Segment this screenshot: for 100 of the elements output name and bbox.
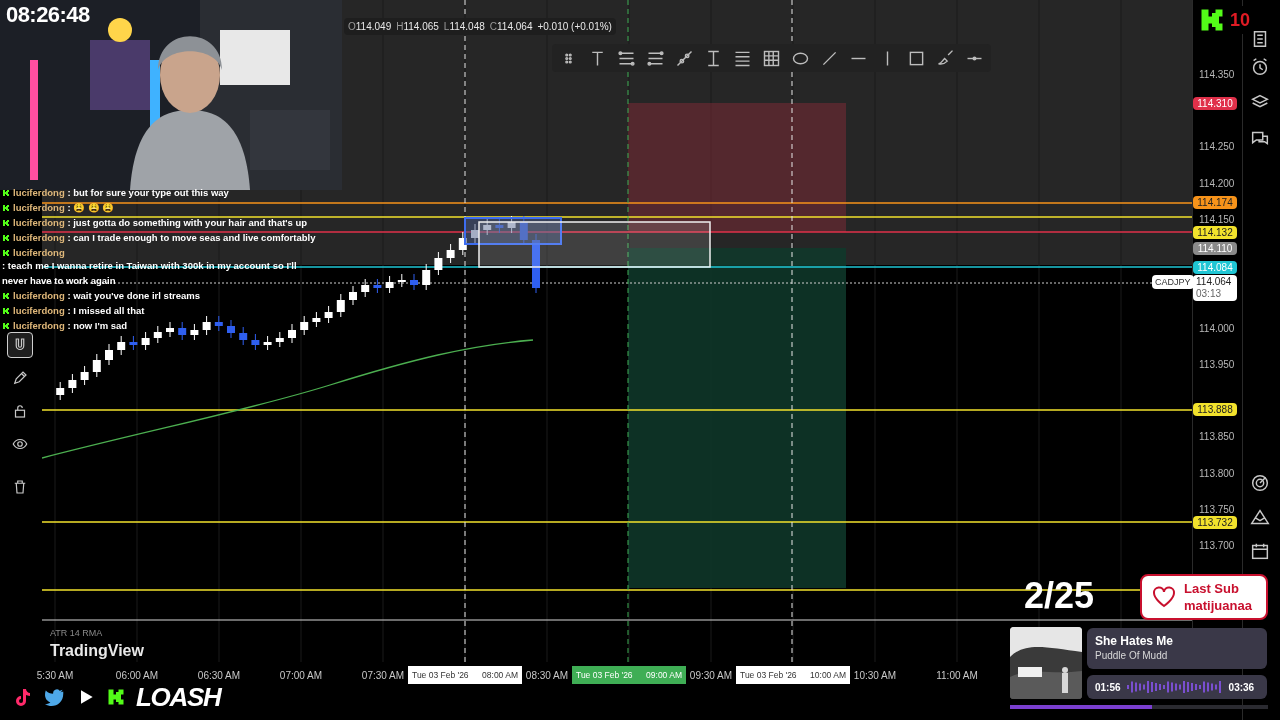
price-tick: 113.750 [1199, 504, 1235, 515]
candlestick [80, 365, 89, 386]
candlestick [434, 251, 443, 276]
candlestick [532, 233, 540, 294]
song-artist: Puddle Of Mudd [1095, 649, 1169, 663]
kick-badge-icon [2, 322, 10, 330]
candlestick [507, 215, 516, 234]
current-price: 114.064 [1196, 276, 1233, 289]
last-sub-title: Last Sub [1184, 580, 1240, 597]
price-tick: 114.250 [1199, 142, 1235, 153]
price-tick: 113.950 [1199, 359, 1235, 370]
chat-username[interactable]: luciferdong [13, 232, 65, 243]
kick-logo-icon[interactable] [106, 687, 126, 707]
price-tick: 113.700 [1199, 541, 1235, 551]
heart-icon [1152, 586, 1176, 608]
candlestick [153, 325, 162, 344]
price-label: 113.888 [1193, 403, 1237, 417]
candlestick [422, 263, 431, 291]
candlestick [410, 273, 418, 291]
price-tick: 113.800 [1199, 468, 1235, 479]
price-tick: 114.150 [1199, 214, 1235, 225]
candlestick [190, 323, 199, 341]
candlestick [92, 353, 101, 378]
time-tick: 5:30 AM [36, 669, 74, 683]
chat-username[interactable]: luciferdong [13, 290, 65, 301]
tool-button[interactable] [7, 332, 33, 358]
chat-username[interactable]: luciferdong [13, 202, 65, 213]
viewer-count: 10 [1230, 8, 1251, 32]
chat-message: : but for sure your type out this way [67, 187, 229, 198]
song-title: She Hates Me [1095, 633, 1175, 649]
kick-badge-icon [2, 219, 10, 227]
candlestick [141, 331, 150, 351]
kick-badge-icon [2, 307, 10, 315]
total-time: 03:36 [1228, 680, 1255, 695]
candlestick [263, 335, 272, 351]
candlestick [105, 343, 113, 366]
elapsed-time: 01:56 [1095, 680, 1121, 695]
channel-name: LOASH [136, 684, 221, 710]
chat-message: : wait you've done irl streams [67, 290, 201, 301]
price-change: +0.010 (+0.01%) [537, 20, 612, 34]
time-tick: 07:00 AM [279, 669, 323, 683]
price-label: 114.310 [1193, 97, 1237, 111]
symbol-label: CADJPY [1152, 275, 1194, 290]
ohlc-value: L114.048 [443, 20, 485, 34]
candlestick [312, 311, 321, 328]
candlestick [275, 331, 284, 348]
ohlc-value: H114.065 [396, 20, 439, 34]
stream-clock: 08:26:48 [6, 4, 90, 26]
time-tick: 11:00 AM [936, 669, 978, 683]
candlestick [336, 293, 345, 318]
candlestick [239, 326, 248, 346]
bar-countdown: 03:13 [1196, 288, 1223, 301]
candlestick [251, 333, 260, 351]
ohlc-value: O114.049 [348, 20, 392, 34]
candlestick [446, 243, 455, 264]
candlestick [56, 381, 65, 401]
kick-badge-icon [2, 292, 10, 300]
kick-badge-icon [2, 204, 10, 212]
chat-username[interactable]: luciferdong [13, 247, 65, 258]
time-tick: 06:00 AM [115, 669, 159, 683]
pencil-icon [11, 369, 29, 387]
kick-badge-icon [2, 189, 10, 197]
chat-message: : 😩 😩 😩 [67, 202, 115, 213]
price-label: 114.110 [1193, 242, 1237, 256]
time-tick: 06:30 AM [197, 669, 241, 683]
candlestick [300, 315, 309, 336]
time-marker: Tue 03 Feb '26 09:00 AM [572, 666, 686, 684]
candlestick [471, 223, 479, 244]
time-tick: 08:30 AM [525, 669, 569, 683]
bird-icon[interactable] [44, 686, 66, 708]
price-label: 114.132 [1193, 226, 1237, 240]
candlestick [373, 278, 382, 294]
subscriber-name: matijuanaa [1184, 597, 1252, 614]
candlestick [166, 321, 174, 338]
price-tick: 113.850 [1199, 432, 1235, 443]
candlestick [483, 218, 492, 236]
price-tick: 114.350 [1199, 70, 1235, 80]
tradingview-logo: TradingView [50, 641, 144, 661]
candlestick [361, 278, 370, 298]
candlestick [117, 335, 126, 356]
price-label: 113.732 [1193, 516, 1237, 530]
time-tick: 09:30 AM [689, 669, 733, 683]
chat-username[interactable]: luciferdong [13, 217, 65, 228]
time-marker: Tue 03 Feb '26 08:00 AM [408, 666, 522, 684]
candlestick [68, 373, 77, 394]
candlestick [519, 215, 528, 246]
time-tick: 07:30 AM [361, 669, 405, 683]
chat-message: : now I'm sad [67, 320, 128, 331]
chat-username[interactable]: luciferdong [13, 305, 65, 316]
target-icon[interactable] [1249, 472, 1271, 494]
chat-message: : teach me I wanna retire in Taiwan with 300k in my account so I'll [2, 260, 297, 271]
chat-message: : I missed all that [67, 305, 145, 316]
candlestick [495, 218, 504, 234]
ohlc-value: C114.064 [489, 20, 533, 34]
candlestick [202, 315, 211, 336]
time-marker: Tue 03 Feb '26 10:00 AM [736, 666, 850, 684]
candlestick [397, 273, 406, 288]
candlestick [349, 285, 357, 306]
chat-username[interactable]: luciferdong [13, 187, 65, 198]
chat-username[interactable]: luciferdong [13, 320, 65, 331]
